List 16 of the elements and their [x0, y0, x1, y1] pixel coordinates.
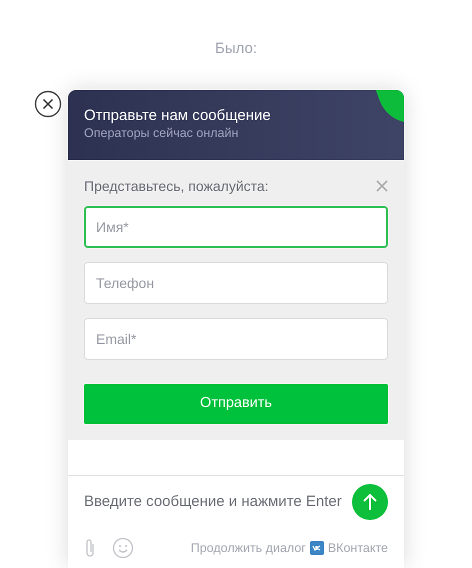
- send-button[interactable]: [352, 484, 388, 520]
- close-icon[interactable]: [34, 90, 62, 118]
- continue-text: Продолжить диалог: [190, 540, 306, 557]
- caption-text: Было:: [214, 39, 258, 59]
- arrow-up-icon: [362, 493, 378, 511]
- input-field[interactable]: Имя*: [84, 206, 388, 248]
- smiley-icon[interactable]: [112, 536, 134, 560]
- header-title: Отправьте нам сообщение: [84, 107, 272, 125]
- message-field[interactable]: Введите сообщение и нажмите Enter: [84, 490, 352, 514]
- header-subtitle: Операторы сейчас онлайн: [84, 125, 240, 141]
- vk-icon: [310, 541, 324, 555]
- submit-button[interactable]: Отправить: [84, 384, 388, 424]
- form-prompt: Представьтесь, пожалуйста:: [84, 176, 269, 196]
- network-link[interactable]: ВКонтакте: [328, 538, 388, 558]
- input-field[interactable]: Email*: [84, 318, 388, 360]
- input-field[interactable]: Телефон: [84, 262, 388, 304]
